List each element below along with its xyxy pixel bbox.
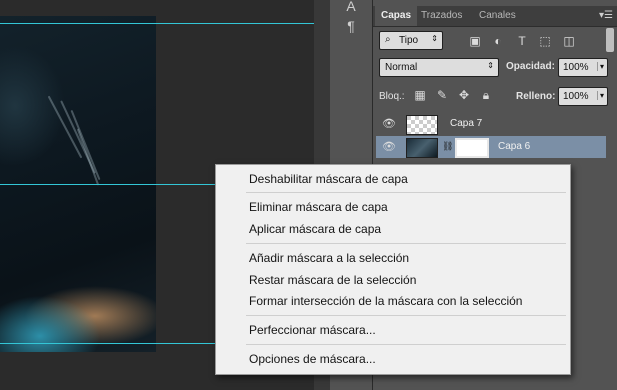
panel-tabs: Capas Trazados Canales ▾☰ [373, 6, 617, 27]
fill-value: 100% [563, 91, 589, 102]
opacity-label: Opacidad: [506, 61, 555, 72]
menu-item-mask-options[interactable]: Opciones de máscara... [249, 352, 376, 366]
panel-menu-icon[interactable]: ▾☰ [599, 10, 613, 21]
menu-item-subtract-mask-from-selection[interactable]: Restar máscara de la selección [249, 273, 416, 287]
guide-line [0, 23, 314, 24]
blend-mode-select[interactable]: Normal ⇕ [379, 58, 499, 77]
layer-thumbnail [406, 138, 438, 158]
lock-transparent-icon[interactable]: ▦ [413, 88, 427, 102]
mask-context-menu: Deshabilitar máscara de capa Eliminar má… [215, 164, 571, 375]
menu-separator [246, 243, 566, 244]
type-filter-icon[interactable]: T [515, 34, 529, 48]
menu-item-add-mask-to-selection[interactable]: Añadir máscara a la selección [249, 251, 409, 265]
layer-name: Capa 7 [450, 118, 483, 129]
visibility-eye-icon[interactable]: 👁︎ [381, 117, 397, 131]
lock-position-icon[interactable]: ✥ [457, 88, 471, 102]
mask-link-icon[interactable]: ⛓ [442, 141, 453, 152]
blend-mode-value: Normal [385, 62, 418, 73]
menu-item-apply-mask[interactable]: Aplicar máscara de capa [249, 222, 381, 236]
menu-item-refine-mask[interactable]: Perfeccionar máscara... [249, 323, 376, 337]
lock-image-icon[interactable]: ✎ [435, 88, 449, 102]
menu-item-delete-mask[interactable]: Eliminar máscara de capa [249, 200, 388, 214]
menu-item-disable-mask[interactable]: Deshabilitar máscara de capa [249, 172, 408, 186]
smart-object-filter-icon[interactable]: ◫ [562, 34, 576, 48]
menu-separator [246, 344, 566, 345]
menu-item-intersect-mask-with-selection[interactable]: Formar intersección de la máscara con la… [249, 294, 522, 308]
visibility-eye-icon[interactable]: 👁︎ [381, 140, 397, 154]
layer-row-capa-6[interactable]: 👁︎ ⛓ Capa 6 [376, 136, 606, 158]
filter-label: Tipo [399, 35, 419, 46]
chevron-down-icon[interactable]: ▾ [596, 91, 604, 100]
chevron-down-icon[interactable]: ▾ [596, 62, 604, 71]
search-icon: ⌕ [385, 34, 391, 45]
tab-capas[interactable]: Capas [375, 6, 418, 26]
tab-canales[interactable]: Canales [473, 6, 522, 26]
paragraph-icon[interactable]: ¶ [343, 18, 359, 34]
tab-trazados[interactable]: Trazados [415, 6, 468, 26]
lock-label: Bloq.: [379, 91, 405, 102]
layer-mask-thumbnail[interactable] [455, 138, 489, 158]
lock-all-icon[interactable]: 🔒︎ [479, 88, 493, 102]
menu-separator [246, 315, 566, 316]
updown-arrows-icon: ⇕ [431, 34, 438, 43]
menu-separator [246, 192, 566, 193]
character-panel-icon[interactable]: A [343, 0, 359, 14]
opacity-field[interactable]: 100% ▾ [558, 58, 608, 77]
updown-arrows-icon: ⇕ [487, 61, 494, 70]
filter-toggle[interactable] [606, 28, 614, 52]
layer-name: Capa 6 [498, 141, 531, 152]
layer-row-capa-7[interactable]: 👁︎ Capa 7 [376, 113, 606, 135]
fill-label: Relleno: [516, 91, 556, 102]
filter-kind-select[interactable]: ⌕ Tipo ⇕ [379, 31, 443, 50]
layer-thumbnail [406, 115, 438, 135]
opacity-value: 100% [563, 62, 589, 73]
pixel-filter-icon[interactable]: ▣ [468, 34, 482, 48]
fill-field[interactable]: 100% ▾ [558, 87, 608, 106]
shape-filter-icon[interactable]: ⬚ [538, 34, 552, 48]
adjustment-filter-icon[interactable]: ◐ [491, 34, 505, 48]
